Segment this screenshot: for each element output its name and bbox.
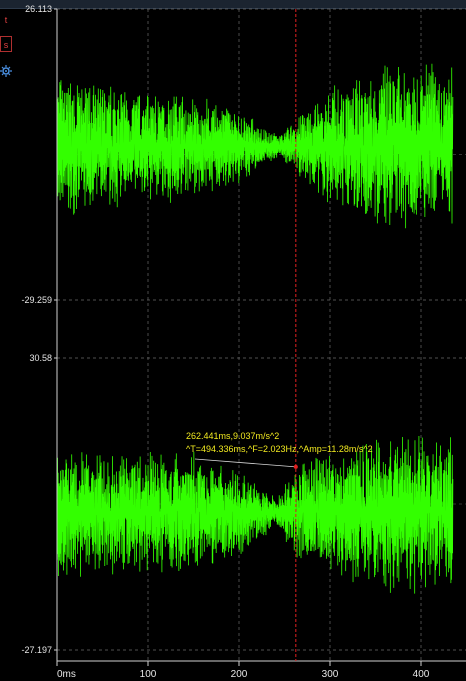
annotation-line-1: 262.441ms,9.037m/s^2 [186,431,279,441]
y-tick-label: 26.113 [25,4,52,14]
y-tick-label: 30.58 [29,353,52,363]
signal-traces [56,63,454,594]
x-tick-label: 0ms [57,669,76,680]
signal-trace-2 [56,436,454,594]
signal-trace-1 [56,63,454,229]
waveform-chart: 26.113 -29.259 30.58 -27.197 0ms 100 200 300 400… [21,4,466,680]
x-tick-label: 400 [413,669,430,680]
annotation-leader [194,458,296,468]
annotation-line-2: ^T=494.336ms,^F=2.023Hz,^Amp=11.28m/s^2 [186,444,373,454]
y-tick-label: -29.259 [21,295,52,305]
annotation-point [293,464,298,469]
x-tick-label: 200 [231,669,248,680]
x-tick-label: 100 [140,669,157,680]
y-tick-label: -27.197 [21,645,52,655]
annotation: 262.441ms,9.037m/s^2 ^T=494.336ms,^F=2.02… [186,431,373,469]
x-tick-label: 300 [322,669,339,680]
